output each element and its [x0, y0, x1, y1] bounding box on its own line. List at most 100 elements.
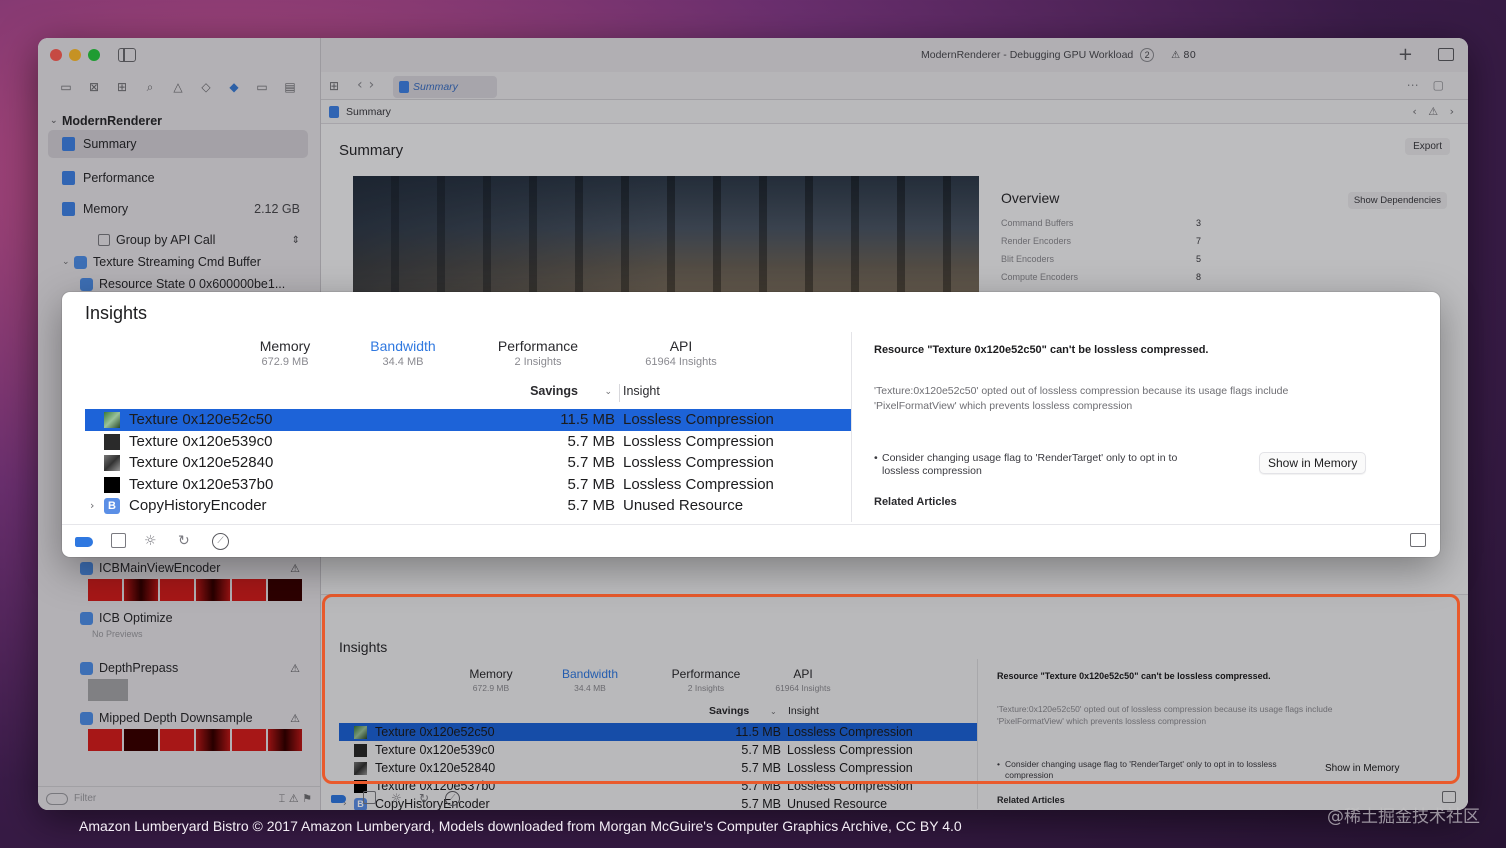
frame-preview-image — [353, 176, 979, 306]
close-button[interactable] — [50, 49, 62, 61]
export-button[interactable]: Export — [1405, 138, 1450, 155]
add-icon[interactable]: + — [1398, 44, 1413, 65]
no-previews-label: No Previews — [92, 629, 143, 639]
warning-icon: ⚠ — [290, 711, 300, 725]
report-icon[interactable]: ▤ — [282, 80, 298, 94]
group-icon — [98, 234, 110, 246]
sidebar-item-encoder[interactable]: ⌄ Texture Streaming Cmd Buffer — [38, 251, 320, 273]
search-icon[interactable]: ⌕ — [142, 80, 158, 94]
sidebar-item-memory[interactable]: Memory 2.12 GB — [38, 198, 320, 220]
issue-badge[interactable]: 2 — [1140, 48, 1155, 62]
insight-column-header[interactable]: Insight — [623, 384, 660, 398]
options-icon[interactable]: ⋯▢ — [1407, 78, 1458, 92]
filter-options-icon[interactable]: ⌶ ⚠ ⚑ — [279, 792, 312, 806]
table-row[interactable]: Texture 0x120e52c50 11.5 MB Lossless Compr… — [85, 409, 851, 431]
encoder-thumbnails — [88, 579, 302, 601]
debug-icon[interactable]: ◆ — [226, 80, 242, 94]
filter-icon — [46, 792, 68, 805]
insights-title: Insights — [85, 303, 148, 323]
tab-summary[interactable]: Summary — [393, 76, 497, 98]
jump-bar: Summary ‹ ⚠ › — [321, 100, 1468, 124]
gauge-icon[interactable]: ⟋ — [445, 791, 460, 806]
refresh-icon[interactable]: ↻ — [178, 533, 190, 549]
sidebar-item-encoder[interactable]: ICB Optimize — [38, 607, 320, 629]
overview-panel: Overview Show Dependencies Command Buffe… — [1001, 176, 1461, 286]
filter-bar: Filter ⌶ ⚠ ⚑ — [38, 786, 320, 810]
texture-thumbnail — [104, 476, 120, 493]
sidebar-toggle-icon[interactable] — [118, 48, 136, 62]
performance-icon — [62, 171, 75, 185]
tag-filter-icon[interactable] — [75, 537, 93, 547]
breadcrumb[interactable]: Summary — [346, 106, 391, 118]
tab-memory[interactable]: Memory 672.9 MB — [222, 338, 348, 368]
savings-column-header[interactable]: Savings — [530, 384, 578, 398]
test-icon[interactable]: ◇ — [198, 80, 214, 94]
encoder-thumbnails — [88, 679, 128, 701]
summary-icon — [62, 137, 75, 151]
title-bar: ModernRenderer - Debugging GPU Workload … — [321, 38, 1468, 72]
hierarchy-icon[interactable]: ⊞ — [114, 80, 130, 94]
overview-row: Command Buffers 3 — [1001, 218, 1201, 228]
panel-toggle-icon[interactable] — [1410, 533, 1426, 547]
inspector-toggle-icon[interactable] — [1438, 48, 1454, 61]
tag-filter-icon[interactable] — [331, 795, 346, 803]
sidebar-item-summary[interactable]: Summary — [48, 130, 308, 158]
tab-api[interactable]: API 61964 Insights — [618, 338, 744, 368]
bug-icon[interactable]: ☼ — [144, 533, 157, 549]
related-articles-heading: Related Articles — [874, 496, 957, 508]
tree-root[interactable]: ⌄ ModernRenderer — [38, 112, 320, 130]
breakpoint-icon[interactable]: ▭ — [254, 80, 270, 94]
minimize-button[interactable] — [69, 49, 81, 61]
tab-performance[interactable]: Performance 2 Insights — [458, 338, 618, 368]
show-in-memory-button[interactable]: Show in Memory — [1259, 452, 1367, 474]
chevron-down-icon[interactable]: ⌄ — [604, 387, 612, 397]
navigator-tabs: ▭ ⊠ ⊞ ⌕ △ ◇ ◆ ▭ ▤ — [58, 80, 298, 94]
issue-nav-icon[interactable]: ‹ ⚠ › — [1412, 100, 1458, 124]
square-filter-icon[interactable] — [111, 533, 126, 548]
detail-title: Resource "Texture 0x120e52c50" can't be … — [874, 344, 1209, 356]
chevron-down-icon[interactable]: ⌄ — [62, 257, 74, 267]
table-row[interactable]: Texture 0x120e537b0 5.7 MB Lossless Compre… — [85, 474, 851, 496]
gauge-icon[interactable]: ⟋ — [212, 533, 229, 550]
table-row[interactable]: › B CopyHistoryEncoder 5.7 MB Unused Resou… — [85, 495, 851, 517]
filter-input[interactable]: Filter — [74, 793, 96, 804]
group-by-selector[interactable]: Group by API Call ⇕ — [38, 229, 320, 251]
refresh-icon[interactable]: ↻ — [419, 791, 429, 805]
encoder-thumbnails — [88, 729, 302, 751]
bug-icon[interactable]: ☼ — [391, 791, 402, 805]
detail-body: 'Texture:0x120e52c50' opted out of lossl… — [874, 385, 1289, 412]
memory-icon — [62, 202, 75, 216]
grid-icon[interactable]: ⊞ — [329, 79, 339, 93]
page-title: Summary — [339, 142, 404, 159]
warning-count[interactable]: ⚠ 80 — [1171, 50, 1196, 61]
tab-bar: ⊞ ‹› Summary ⋯▢ — [321, 72, 1468, 100]
show-dependencies-button[interactable]: Show Dependencies — [1347, 192, 1447, 209]
table-row[interactable]: Texture 0x120e539c0 5.7 MB Lossless Compre… — [85, 431, 851, 453]
tab-bandwidth[interactable]: Bandwidth 34.4 MB — [348, 338, 458, 368]
warning-icon: ⚠ — [290, 661, 300, 675]
folder-icon[interactable]: ▭ — [58, 80, 74, 94]
table-row[interactable]: Texture 0x120e52840 5.7 MB Lossless Compre… — [85, 452, 851, 474]
sidebar-item-encoder[interactable]: ICBMainViewEncoder ⚠ — [38, 557, 320, 579]
overview-row: Compute Encoders 8 — [1001, 272, 1201, 282]
chevron-down-icon[interactable]: ⌄ — [50, 116, 62, 126]
insight-detail: Resource "Texture 0x120e52c50" can't be … — [874, 344, 1394, 508]
zoom-button[interactable] — [88, 49, 100, 61]
encoder-icon — [80, 661, 93, 675]
sidebar-item-performance[interactable]: Performance — [38, 167, 320, 189]
detail-suggestion: Consider changing usage flag to 'RenderT… — [874, 452, 1214, 478]
square-filter-icon[interactable] — [363, 791, 376, 804]
back-forward-icon[interactable]: ‹› — [357, 77, 380, 93]
chevron-updown-icon: ⇕ — [291, 234, 300, 246]
sidebar-item-encoder[interactable]: Mipped Depth Downsample ⚠ — [38, 707, 320, 729]
insights-footer: ☼ ↻ ⟋ — [62, 524, 1440, 557]
chevron-right-icon[interactable]: › — [90, 499, 94, 512]
window-title: ModernRenderer - Debugging GPU Workload … — [921, 48, 1196, 62]
source-control-icon[interactable]: ⊠ — [86, 80, 102, 94]
blit-encoder-icon: B — [104, 498, 120, 514]
encoder-icon — [80, 711, 93, 725]
texture-thumbnail — [104, 412, 120, 428]
image-caption: Amazon Lumberyard Bistro © 2017 Amazon L… — [79, 818, 962, 834]
warning-icon[interactable]: △ — [170, 80, 186, 94]
sidebar-item-encoder[interactable]: DepthPrepass ⚠ — [38, 657, 320, 679]
